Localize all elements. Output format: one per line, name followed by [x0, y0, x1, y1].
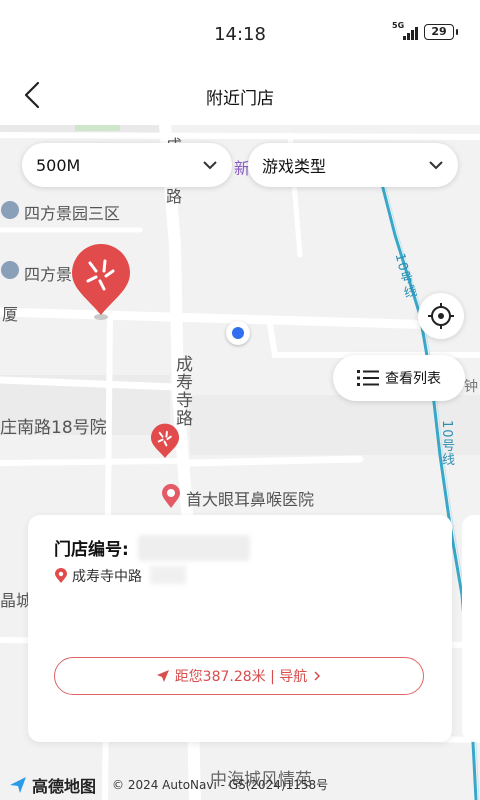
navigate-label: 距您387.28米 | 导航 [174, 669, 308, 685]
locate-button[interactable] [418, 293, 464, 339]
signal-icon: 5G [392, 22, 418, 40]
hospital-icon [162, 484, 180, 508]
area-label: 四方景 [24, 265, 73, 284]
view-list-label: 查看列表 [385, 371, 441, 387]
address-redacted [150, 566, 186, 584]
chevron-down-icon [203, 161, 217, 170]
store-address: 成寿寺中路 [54, 566, 142, 586]
game-type-filter[interactable]: 游戏类型 [248, 143, 458, 187]
nav-bar: 附近门店 [0, 70, 480, 125]
chevron-right-icon [314, 671, 321, 681]
rail-label: 10号线 [439, 420, 454, 467]
crosshair-icon [428, 303, 454, 329]
navigation-arrow-icon [156, 670, 169, 682]
amap-logo: 高德地图 [8, 773, 96, 797]
store-marker-selected[interactable] [70, 243, 132, 321]
distance-filter[interactable]: 500M [22, 143, 232, 187]
view-list-button[interactable]: 查看列表 [333, 355, 465, 401]
poi-label: 首大眼耳鼻喉医院 [186, 490, 315, 509]
distance-filter-value: 500M [36, 155, 81, 175]
status-icons: 5G 29 [392, 22, 458, 40]
battery-icon: 29 [424, 24, 458, 40]
location-pin-icon [55, 568, 67, 583]
map-copyright: © 2024 AutoNavi - GS(2024)1158号 [112, 778, 329, 792]
map-view[interactable]: 成寿寺路 成寿寺路 四方景园三区 四方景 厦 庄南路18号院 首大眼耳鼻喉医院 … [0, 125, 480, 800]
area-label: 厦 [2, 305, 19, 324]
status-bar: 14:18 5G 29 [0, 0, 480, 70]
list-icon [357, 370, 379, 386]
next-store-card[interactable] [462, 515, 480, 742]
store-number-label: 门店编号: [54, 540, 129, 560]
navigate-button[interactable]: 距您387.28米 | 导航 [54, 657, 424, 695]
amap-logo-icon [10, 777, 26, 793]
road-label: 成寿寺路 [172, 355, 192, 427]
area-label: 四方景园三区 [24, 204, 121, 223]
chevron-down-icon [429, 161, 443, 170]
store-number-redacted [138, 535, 250, 561]
page-title: 附近门店 [206, 89, 274, 109]
game-type-filter-value: 游戏类型 [262, 157, 327, 176]
road-label: 庄南路18号院 [0, 418, 107, 438]
store-address-text: 成寿寺中路 [72, 569, 142, 585]
amap-brand: 高德地图 [32, 777, 97, 796]
store-marker[interactable] [150, 423, 180, 461]
current-location-dot [226, 321, 250, 345]
store-card[interactable]: 门店编号: 成寿寺中路 距您387.28米 | 导航 [28, 515, 452, 742]
